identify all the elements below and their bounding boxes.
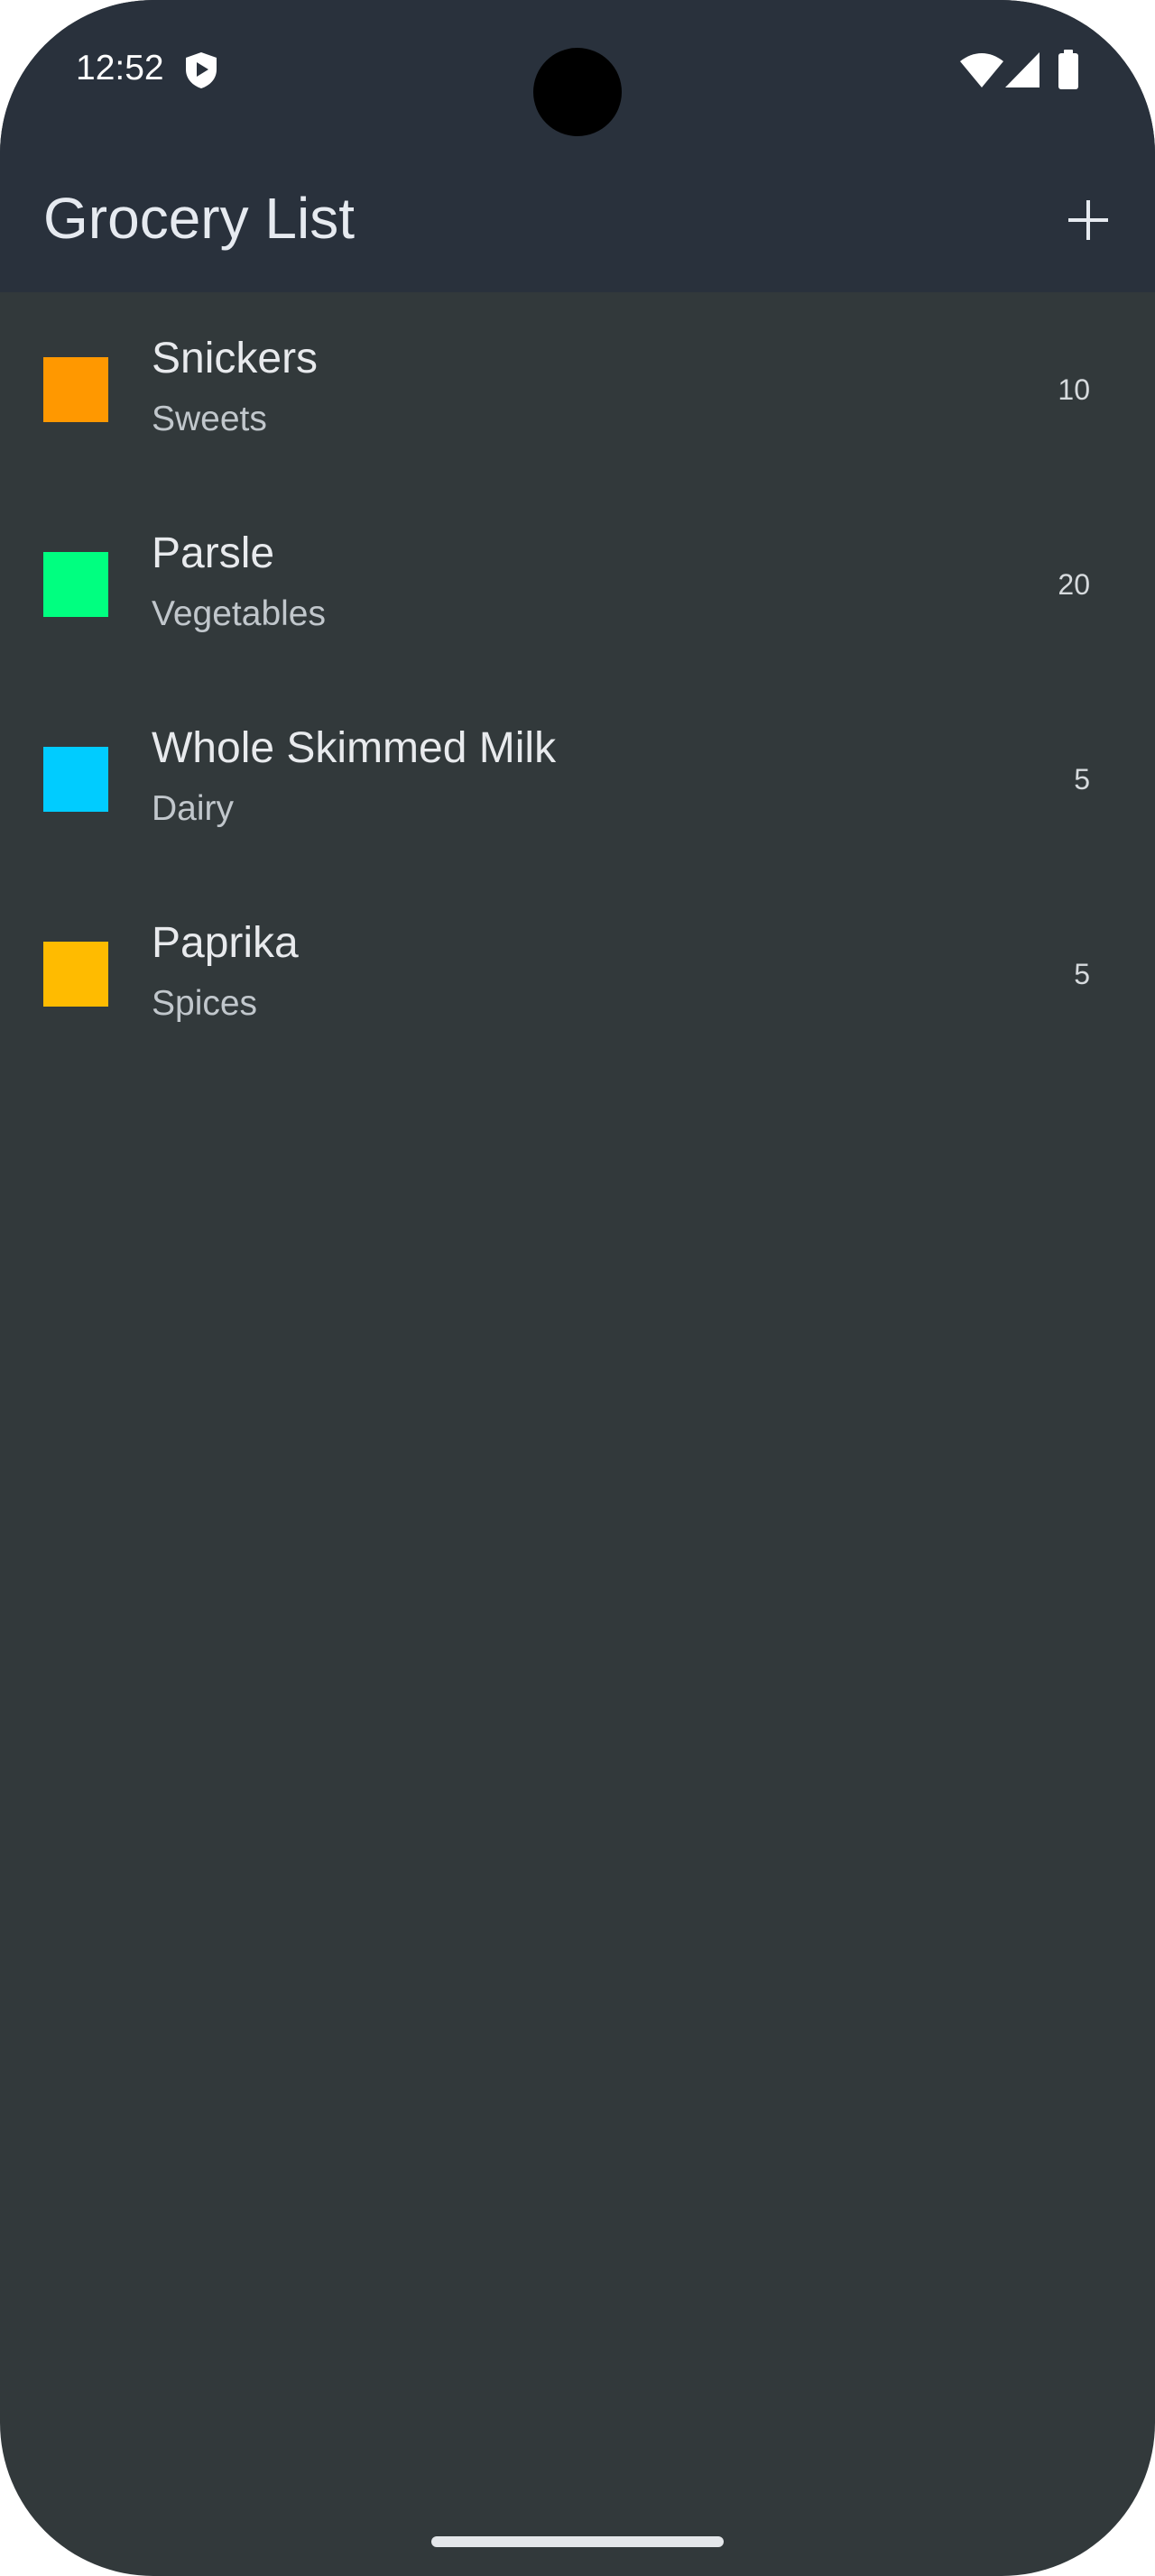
list-item[interactable]: Parsle Vegetables 20	[0, 487, 1155, 682]
phone-screen: 12:52 Grocery List Snickers Sweets 10 Pa…	[0, 0, 1155, 2576]
status-time: 12:52	[76, 49, 164, 87]
category-color-swatch	[43, 357, 108, 422]
grocery-list: Snickers Sweets 10 Parsle Vegetables 20 …	[0, 292, 1155, 1072]
plus-icon	[1068, 200, 1108, 240]
item-category: Dairy	[152, 789, 235, 828]
list-item[interactable]: Paprika Spices 5	[0, 877, 1155, 1072]
app-bar: Grocery List	[0, 141, 1155, 292]
item-quantity: 20	[1058, 568, 1090, 601]
status-bar: 12:52	[0, 0, 1155, 141]
category-color-swatch	[43, 942, 108, 1007]
item-category: Spices	[152, 984, 258, 1023]
signal-icon	[1004, 51, 1040, 88]
add-item-button[interactable]	[1056, 188, 1121, 253]
item-quantity: 10	[1058, 373, 1090, 406]
item-name: Whole Skimmed Milk	[152, 724, 557, 772]
item-category: Sweets	[152, 400, 267, 438]
category-color-swatch	[43, 552, 108, 617]
item-quantity: 5	[1074, 958, 1090, 990]
wifi-icon	[958, 52, 1005, 88]
category-color-swatch	[43, 747, 108, 812]
battery-icon	[1058, 50, 1079, 89]
item-name: Paprika	[152, 919, 299, 967]
list-item[interactable]: Snickers Sweets 10	[0, 292, 1155, 487]
home-indicator[interactable]	[431, 2536, 724, 2547]
front-camera	[533, 48, 622, 136]
item-quantity: 5	[1074, 763, 1090, 796]
shield-icon	[183, 51, 219, 90]
item-name: Snickers	[152, 335, 319, 382]
page-title: Grocery List	[43, 186, 355, 251]
list-item[interactable]: Whole Skimmed Milk Dairy 5	[0, 682, 1155, 877]
item-category: Vegetables	[152, 594, 327, 633]
item-name: Parsle	[152, 529, 275, 577]
